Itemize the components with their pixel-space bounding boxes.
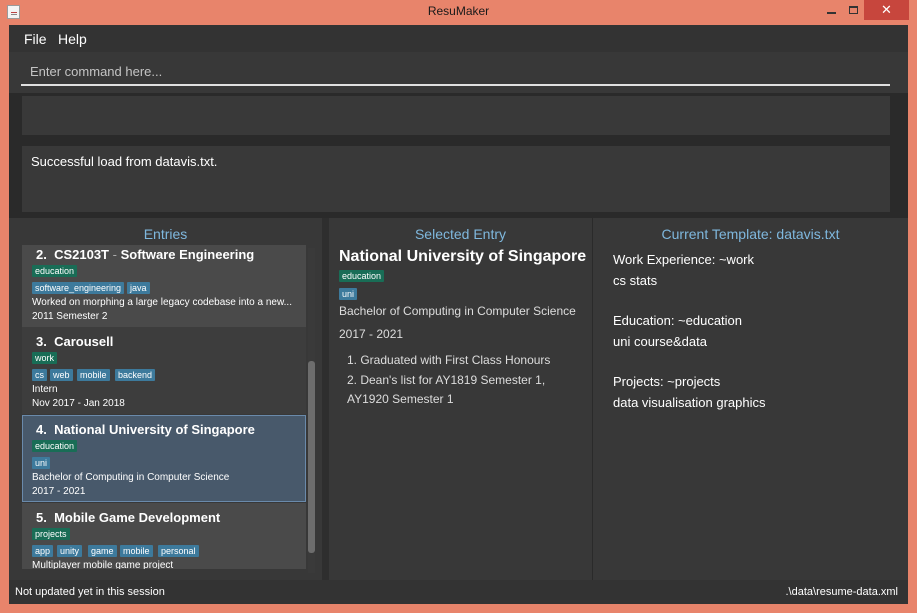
entry-index: 4. (36, 422, 47, 437)
scrollbar-thumb[interactable] (308, 361, 315, 553)
tag: uni (32, 457, 51, 469)
template-line: cs stats (613, 273, 658, 288)
entry-description: Bachelor of Computing in Computer Scienc… (32, 472, 230, 483)
tag: web (50, 369, 73, 381)
list-item[interactable]: 3. Carousell work cs web mobile backend … (22, 327, 306, 414)
template-header: Current Template: datavis.txt (661, 226, 840, 242)
list-item[interactable]: 2. CS2103T - Software Engineering educat… (22, 245, 306, 327)
minimize-icon (826, 12, 836, 14)
list-item[interactable]: 5. Mobile Game Development projects app … (22, 503, 306, 569)
window-title: ResuMaker (427, 4, 490, 18)
tag: mobile (120, 545, 153, 557)
template-line: data visualisation graphics (613, 395, 766, 410)
menu-help[interactable]: Help (58, 31, 87, 47)
app-window: ResuMaker ✕ File Help Successful load fr… (0, 0, 917, 613)
list-item-selected[interactable]: 4. National University of Singapore educ… (22, 415, 306, 502)
status-bar: Not updated yet in this session .\data\r… (9, 580, 908, 604)
category-tag: education (32, 265, 78, 277)
entry-title: 5. Mobile Game Development (36, 510, 220, 525)
template-line: Projects: ~projects (613, 374, 721, 389)
entry-duration: 2017 - 2021 (32, 486, 86, 497)
feedback-display: Successful load from datavis.txt. (21, 145, 891, 213)
selected-entry-panel: Selected Entry National University of Si… (329, 218, 592, 580)
selected-tag: uni (339, 288, 358, 300)
title-bar: ResuMaker ✕ (0, 0, 917, 25)
tag: app (32, 545, 54, 557)
entry-description: Intern (32, 384, 58, 395)
tag: java (127, 282, 150, 294)
maximize-button[interactable] (842, 0, 864, 20)
entries-scrollbar[interactable] (308, 248, 315, 573)
command-input[interactable] (21, 59, 890, 86)
tag: mobile (77, 369, 110, 381)
minimize-button[interactable] (820, 0, 842, 20)
selected-category-tag: education (339, 270, 385, 282)
selected-entry-header: Selected Entry (414, 226, 507, 242)
template-line: Work Experience: ~work (613, 252, 755, 267)
feedback-message: Successful load from datavis.txt. (31, 154, 218, 169)
category-tag: projects (32, 528, 70, 540)
selected-bullet: 2. Dean's list for AY1819 Semester 1, (347, 373, 546, 387)
selected-description: Bachelor of Computing in Computer Scienc… (339, 304, 576, 318)
entry-name: National University of Singapore (54, 422, 255, 437)
command-box (9, 52, 908, 93)
entry-name: CS2103T (54, 247, 109, 262)
entry-description: Worked on morphing a large legacy codeba… (32, 297, 292, 308)
entry-title: 2. CS2103T - Software Engineering (36, 247, 254, 262)
entries-panel: Entries 2. CS2103T - Software Engineerin… (9, 218, 322, 580)
category-tag: education (32, 440, 78, 452)
selected-duration: 2017 - 2021 (339, 327, 404, 341)
maximize-icon (848, 6, 858, 14)
client-area: File Help Successful load from datavis.t… (9, 25, 908, 604)
entry-duration: 2011 Semester 2 (32, 311, 108, 322)
selected-bullet: AY1920 Semester 1 (347, 392, 454, 406)
entry-title: 3. Carousell (36, 334, 113, 349)
tag: backend (115, 369, 156, 381)
template-panel: Current Template: datavis.txt Work Exper… (593, 218, 908, 580)
tag: cs (32, 369, 47, 381)
entry-name: Mobile Game Development (54, 510, 221, 525)
entry-duration: Nov 2017 - Jan 2018 (32, 398, 125, 409)
template-line: Education: ~education (613, 313, 743, 328)
entry-name: Carousell (54, 334, 114, 349)
entry-index: 5. (36, 510, 47, 525)
entry-subtitle: Software Engineering (120, 247, 255, 262)
menu-file[interactable]: File (24, 31, 47, 47)
selected-bullet: 1. Graduated with First Class Honours (347, 353, 551, 367)
category-tag: work (32, 352, 58, 364)
close-button[interactable]: ✕ (864, 0, 909, 20)
tag: game (88, 545, 117, 557)
selected-entry-title: National University of Singapore (339, 248, 587, 265)
menu-bar: File Help (9, 25, 908, 52)
entry-list[interactable]: 2. CS2103T - Software Engineering educat… (22, 245, 306, 569)
template-line: uni course&data (613, 334, 707, 349)
entries-header: Entries (143, 226, 188, 242)
save-location: .\data\resume-data.xml (785, 586, 899, 598)
panel-divider (322, 218, 329, 580)
entry-separator: - (112, 247, 117, 262)
sync-status: Not updated yet in this session (15, 586, 165, 598)
entry-index: 3. (36, 334, 47, 349)
tag: personal (158, 545, 199, 557)
tag: software_engineering (32, 282, 125, 294)
result-display-empty (21, 95, 891, 136)
tag: unity (57, 545, 83, 557)
entry-description: Multiplayer mobile game project (32, 560, 174, 569)
close-icon: ✕ (881, 2, 892, 17)
entry-title: 4. National University of Singapore (36, 422, 255, 437)
entry-index: 2. (36, 247, 47, 262)
